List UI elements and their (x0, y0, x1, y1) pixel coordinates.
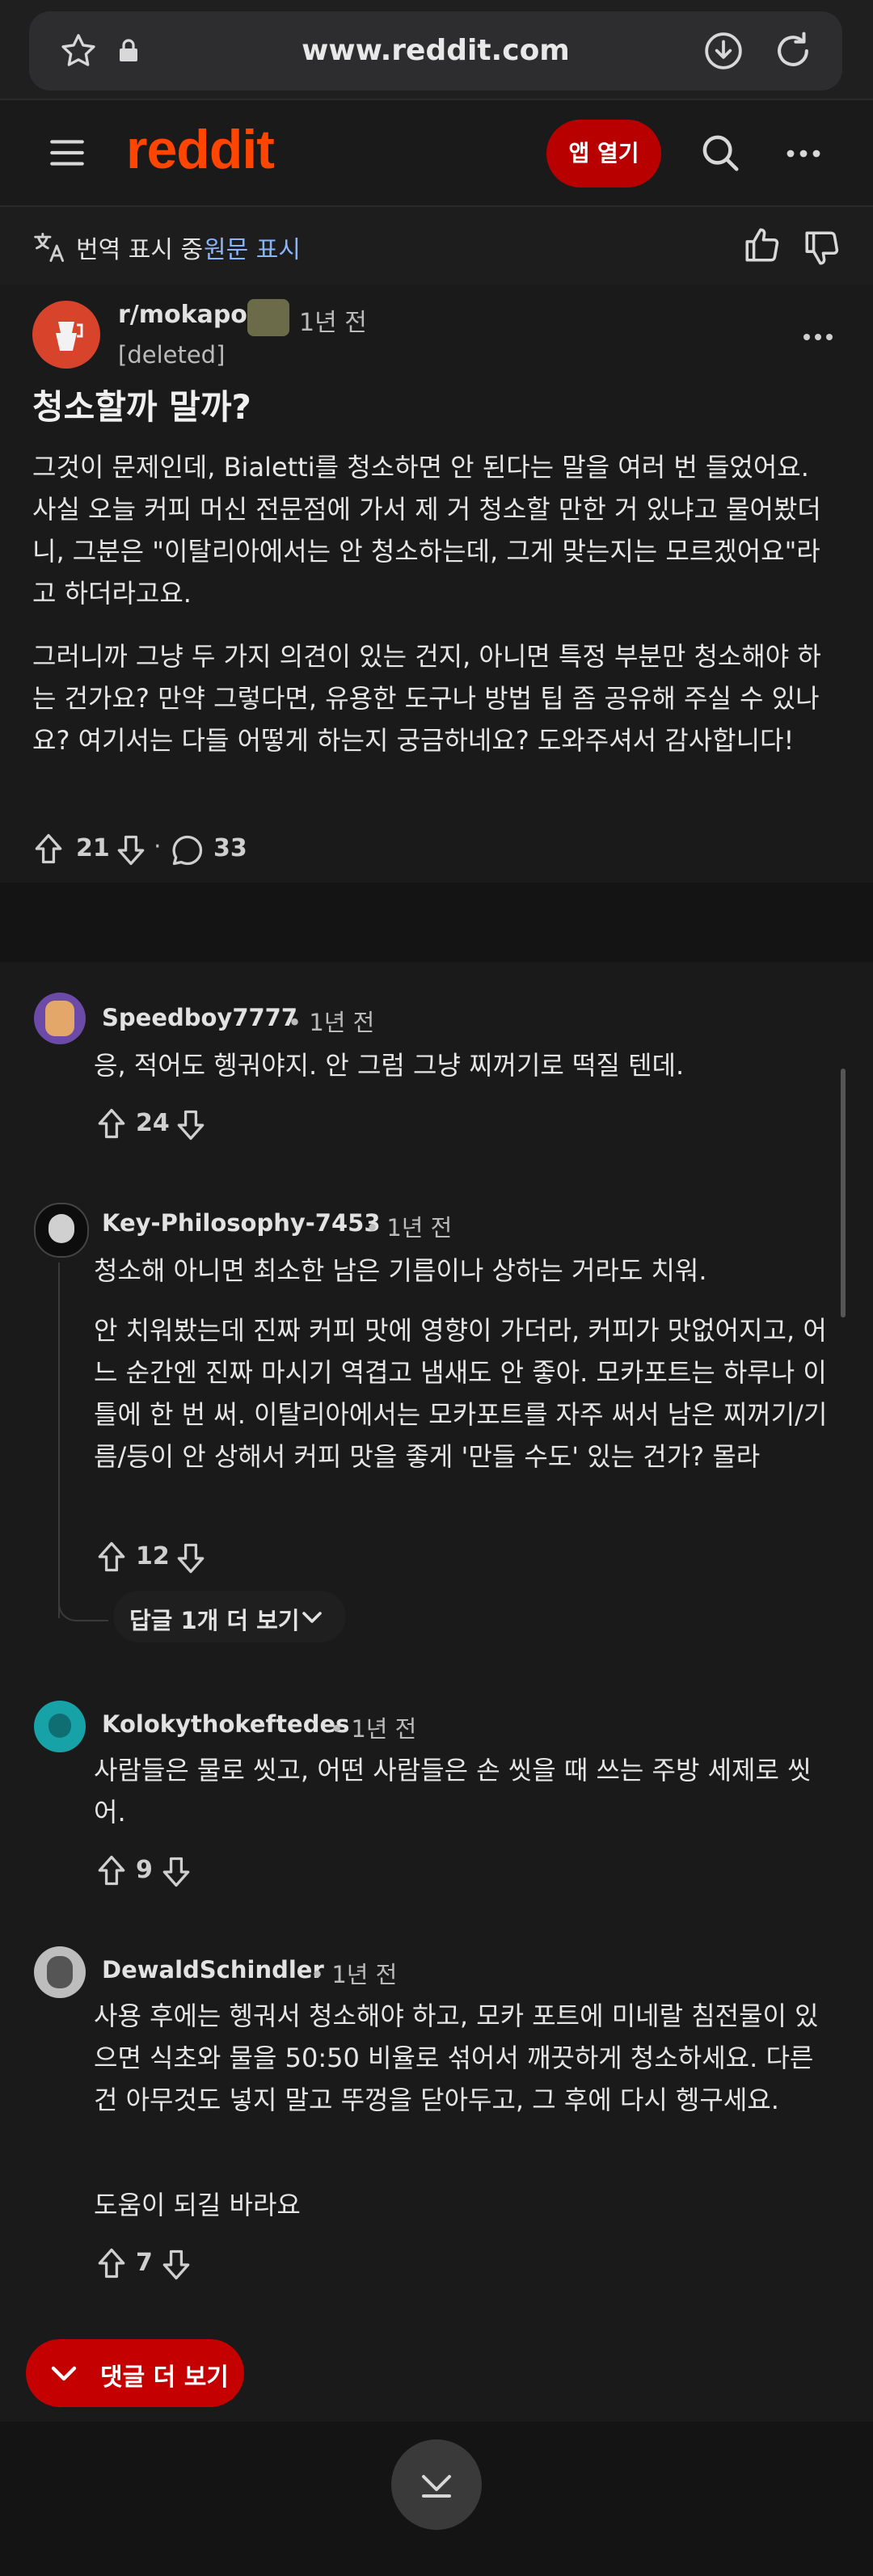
upvote-icon[interactable] (94, 1106, 129, 1141)
reload-icon[interactable] (771, 29, 815, 73)
comment-author[interactable]: Speedboy7777 (102, 1004, 297, 1031)
post: r/mokapot 1년 전 [deleted] 청소할까 말까? 그것이 문제… (0, 285, 873, 883)
translate-icon (34, 233, 65, 262)
more-comments-button[interactable]: 댓글 더 보기 (26, 2339, 244, 2407)
comment-body: 청소해 아니면 최소한 남은 기름이나 상하는 거라도 치워. (94, 1255, 707, 1286)
post-body-paragraph: 그것이 문제인데, Bialetti를 청소하면 안 된다는 말을 여러 번 들… (32, 452, 821, 609)
downvote-icon[interactable] (173, 1541, 209, 1576)
thread-line (58, 1263, 60, 1618)
translation-status: 번역 표시 중 (76, 236, 204, 264)
avatar[interactable] (34, 1203, 89, 1258)
thumbs-down-icon[interactable] (802, 228, 842, 268)
avatar[interactable] (34, 993, 86, 1044)
comment-time: • 1년 전 (288, 1009, 375, 1036)
comment-vote-count: 7 (136, 2249, 153, 2277)
more-replies-label: 답글 1개 더 보기 (129, 1607, 300, 1634)
post-comment-count: 33 (213, 834, 247, 862)
chevron-down-icon (51, 2366, 77, 2381)
subreddit-avatar[interactable] (32, 301, 100, 369)
subreddit-badge-icon (247, 299, 289, 336)
avatar[interactable] (34, 1946, 86, 1998)
post-vote-count: 21 (76, 834, 110, 862)
comment-vote-count: 9 (136, 1856, 153, 1884)
comment-body: 응, 적어도 헹궈야지. 안 그럼 그냥 찌꺼기로 떡질 텐데. (94, 1050, 685, 1081)
downvote-icon[interactable] (158, 1854, 194, 1890)
comment-author[interactable]: Key-Philosophy-7453 (102, 1209, 381, 1237)
post-author: [deleted] (118, 341, 226, 369)
show-original-link[interactable]: 원문 표시 (204, 230, 301, 265)
more-comments-label: 댓글 더 보기 (100, 2363, 229, 2392)
chevron-down-icon (302, 1612, 322, 1623)
open-app-button[interactable]: 앱 열기 (546, 120, 661, 188)
post-title: 청소할까 말까? (32, 387, 251, 427)
post-time: 1년 전 (299, 309, 367, 337)
upvote-icon[interactable] (31, 831, 66, 866)
download-icon[interactable] (703, 31, 744, 71)
scroll-down-button[interactable] (391, 2439, 482, 2530)
separator-dot: · (154, 833, 162, 861)
comment-time: • 1년 전 (330, 1715, 417, 1743)
comment-body: 사람들은 물로 씻고, 어떤 사람들은 손 씻을 때 쓰는 주방 세제로 씻어. (94, 1755, 812, 1828)
browser-toolbar: www.reddit.com (0, 0, 873, 100)
scrollbar[interactable] (841, 1069, 846, 1318)
comment-vote-count: 12 (136, 1542, 170, 1570)
mokapot-icon (56, 322, 83, 351)
downvote-icon[interactable] (113, 833, 149, 868)
menu-icon[interactable] (47, 133, 87, 173)
upvote-icon[interactable] (94, 2245, 129, 2281)
address-bar[interactable]: www.reddit.com (29, 11, 842, 91)
avatar[interactable] (34, 1701, 86, 1752)
comment-author[interactable]: Kolokythokeftedes (102, 1710, 349, 1738)
more-icon[interactable] (786, 137, 821, 170)
comment-author[interactable]: DewaldSchindler (102, 1956, 324, 1984)
comment-body: 도움이 되길 바라요 (94, 2190, 301, 2220)
reddit-header: reddit 앱 열기 (0, 100, 873, 207)
more-replies-button[interactable]: 답글 1개 더 보기 (113, 1591, 346, 1642)
downvote-icon[interactable] (158, 2247, 194, 2283)
subreddit-name[interactable]: r/mokapot (118, 301, 259, 329)
chevron-down-icon (422, 2475, 451, 2498)
thread-branch (58, 1584, 108, 1621)
post-body-paragraph: 그러니까 그냥 두 가지 의견이 있는 건지, 아니면 특정 부분만 청소해야 … (32, 641, 821, 756)
search-icon[interactable] (698, 131, 742, 175)
thumbs-up-icon[interactable] (742, 225, 782, 265)
translation-bar: 번역 표시 중 원문 표시 (0, 207, 873, 285)
comment-vote-count: 24 (136, 1109, 170, 1137)
comment-icon[interactable] (170, 833, 205, 868)
reddit-logo[interactable]: reddit (126, 118, 275, 181)
upvote-icon[interactable] (94, 1853, 129, 1888)
comment-body: 안 치워봤는데 진짜 커피 맛에 영향이 가더라, 커피가 맛없어지고, 어느 … (94, 1315, 828, 1472)
comment-time: • 1년 전 (365, 1214, 453, 1242)
section-separator (0, 883, 873, 962)
downvote-icon[interactable] (173, 1107, 209, 1143)
comments-section: Speedboy7777 • 1년 전 응, 적어도 헹궈야지. 안 그럼 그냥… (0, 962, 873, 2422)
comment-time: • 1년 전 (310, 1961, 398, 1988)
upvote-icon[interactable] (94, 1539, 129, 1575)
comment-body: 사용 후에는 헹궈서 청소해야 하고, 모카 포트에 미네랄 침전물이 있으면 … (94, 2001, 819, 2115)
more-icon[interactable] (802, 325, 834, 349)
